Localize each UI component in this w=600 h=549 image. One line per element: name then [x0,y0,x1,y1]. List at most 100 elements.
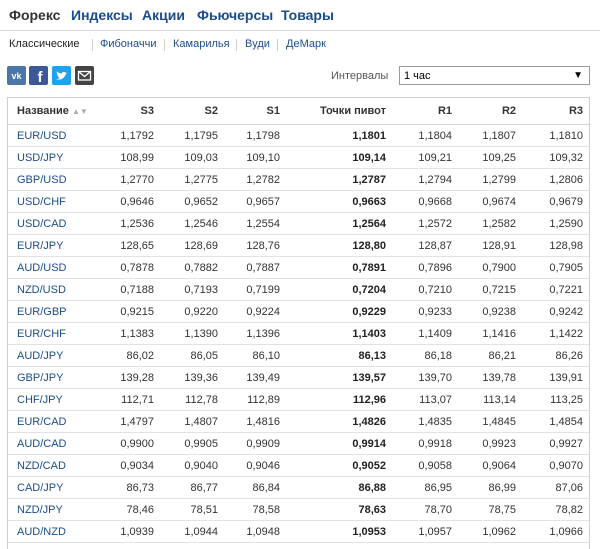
cell-s3: 128,65 [94,234,160,257]
currency-pair-link[interactable]: EUR/CHF [8,322,94,345]
cell-r3: 1,2806 [522,168,589,191]
sort-icon: ▲▼ [71,107,88,116]
cell-r3: 0,9927 [522,432,589,455]
svg-text:vk: vk [11,71,22,81]
subtab-demark[interactable]: ДеМарк [286,38,326,50]
currency-pair-link[interactable]: EUR/CAD [8,410,94,433]
cell-pivot: 0,9052 [286,454,392,477]
currency-pair-link[interactable]: NZD/CAD [8,454,94,477]
table-row[interactable]: GBP/JPY 139,28 139,36 139,49 139,57 139,70 139… [8,366,589,389]
tab-forex[interactable]: Форекс [9,7,60,23]
tab-stocks[interactable]: Акции [142,7,185,23]
column-header-pivot[interactable]: Точки пивот [286,98,392,125]
table-row[interactable]: NZD/CAD 0,9034 0,9040 0,9046 0,9052 0,9058 0,9… [8,454,589,477]
column-header-r2[interactable]: R2 [458,98,522,125]
column-header-name[interactable]: Название ▲▼ [8,98,94,125]
currency-pair-link[interactable]: AUD/NZD [8,520,94,543]
cell-pivot: 109,14 [286,146,392,169]
currency-pair-link[interactable]: GBP/AUD [8,542,94,549]
currency-pair-link[interactable]: USD/CAD [8,212,94,235]
cell-pivot: 1,1403 [286,322,392,345]
table-row[interactable]: AUD/USD 0,7878 0,7882 0,7887 0,7891 0,7896 0,7… [8,256,589,279]
currency-pair-link[interactable]: NZD/JPY [8,498,94,521]
twitter-icon[interactable] [52,66,71,85]
currency-pair-link[interactable]: AUD/JPY [8,344,94,367]
cell-s1: 0,7199 [224,278,286,301]
cell-r2: 0,9674 [458,190,522,213]
cell-r3: 113,25 [522,388,589,411]
table-row[interactable]: USD/JPY 108,99 109,03 109,10 109,14 109,21 109… [8,146,589,169]
currency-pair-link[interactable]: NZD/USD [8,278,94,301]
currency-pair-link[interactable]: GBP/JPY [8,366,94,389]
tab-futures[interactable]: Фьючерсы [197,7,273,23]
cell-s3: 0,9215 [94,300,160,323]
cell-s1: 78,58 [224,498,286,521]
column-header-s3[interactable]: S3 [94,98,160,125]
table-row[interactable]: EUR/GBP 0,9215 0,9220 0,9224 0,9229 0,9233 0,9… [8,300,589,323]
column-header-label: Название [17,105,69,117]
currency-pair-link[interactable]: GBP/USD [8,168,94,191]
cell-s1: 112,89 [224,388,286,411]
subtab-woodie[interactable]: Вуди [245,38,270,50]
subtab-camarilla[interactable]: Камарилья [173,38,230,50]
facebook-icon[interactable]: f [29,66,48,85]
table-row[interactable]: CAD/JPY 86,73 86,77 86,84 86,88 86,95 86,99 87,… [8,476,589,499]
column-header-s2[interactable]: S2 [160,98,224,125]
cell-r1: 1,1804 [392,124,458,147]
cell-r3: 87,06 [522,476,589,499]
cell-s2: 0,9040 [160,454,224,477]
table-row[interactable]: EUR/USD 1,1792 1,1795 1,1798 1,1801 1,1804 1,1… [8,124,589,147]
cell-r2: 1,2582 [458,212,522,235]
currency-pair-link[interactable]: AUD/USD [8,256,94,279]
table-row[interactable]: AUD/CAD 0,9900 0,9905 0,9909 0,9914 0,9918 0,9… [8,432,589,455]
currency-pair-link[interactable]: EUR/USD [8,124,94,147]
market-tabs: Форекс Индексы Акции Фьючерсы Товары [0,0,600,31]
table-row[interactable]: GBP/USD 1,2770 1,2775 1,2782 1,2787 1,2794 1,2… [8,168,589,191]
cell-s2: 1,1795 [160,124,224,147]
currency-pair-link[interactable]: AUD/CAD [8,432,94,455]
cell-r1: 0,9668 [392,190,458,213]
table-row[interactable]: AUD/NZD 1,0939 1,0944 1,0948 1,0953 1,0957 1,0… [8,520,589,543]
tab-indices[interactable]: Индексы [71,7,133,23]
cell-s3: 0,9034 [94,454,160,477]
cell-s2: 112,78 [160,388,224,411]
table-row[interactable]: CHF/JPY 112,71 112,78 112,89 112,96 113,07 113… [8,388,589,411]
tab-commodities[interactable]: Товары [281,7,334,23]
column-header-r1[interactable]: R1 [392,98,458,125]
table-row[interactable]: NZD/JPY 78,46 78,51 78,58 78,63 78,70 78,75 78,… [8,498,589,521]
cell-s3: 0,9900 [94,432,160,455]
table-row[interactable]: EUR/JPY 128,65 128,69 128,76 128,80 128,87 128… [8,234,589,257]
table-row[interactable]: GBP/AUD1,61751,61831,61961,62041,62171,6… [8,542,589,549]
cell-pivot: 1,1801 [286,124,392,147]
interval-selected-value: 1 час [404,70,431,82]
vk-icon[interactable]: vk [7,66,26,85]
envelope-icon[interactable] [75,66,94,85]
column-header-s1[interactable]: S1 [224,98,286,125]
cell-s2: 0,9652 [160,190,224,213]
currency-pair-link[interactable]: USD/CHF [8,190,94,213]
currency-pair-link[interactable]: CHF/JPY [8,388,94,411]
interval-select[interactable]: 1 час ▼ [399,66,590,85]
subtab-classic[interactable]: Классические [9,38,80,50]
currency-pair-link[interactable]: CAD/JPY [8,476,94,499]
table-row[interactable]: USD/CHF 0,9646 0,9652 0,9657 0,9663 0,9668 0,9… [8,190,589,213]
cell-s3: 1,1383 [94,322,160,345]
cell-r2: 0,7215 [458,278,522,301]
table-row[interactable]: NZD/USD 0,7188 0,7193 0,7199 0,7204 0,7210 0,7… [8,278,589,301]
table-row[interactable]: USD/CAD 1,2536 1,2546 1,2554 1,2564 1,2572 1,2… [8,212,589,235]
cell-s2: 86,05 [160,344,224,367]
table-header-row: Название ▲▼ S3 S2 S1 Точки пивот R1 R2 R3 [8,98,589,125]
cell-s2: 1,4807 [160,410,224,433]
currency-pair-link[interactable]: EUR/GBP [8,300,94,323]
column-header-r3[interactable]: R3 [522,98,589,125]
cell-s3: 1,6175 [94,542,160,549]
cell-r3: 0,9679 [522,190,589,213]
subtab-fibonacci[interactable]: Фибоначчи [100,38,156,50]
cell-s2: 0,7882 [160,256,224,279]
currency-pair-link[interactable]: EUR/JPY [8,234,94,257]
currency-pair-link[interactable]: USD/JPY [8,146,94,169]
cell-pivot: 128,80 [286,234,392,257]
table-row[interactable]: EUR/CHF 1,1383 1,1390 1,1396 1,1403 1,1409 1,1… [8,322,589,345]
table-row[interactable]: EUR/CAD 1,4797 1,4807 1,4816 1,4826 1,4835 1,4… [8,410,589,433]
table-row[interactable]: AUD/JPY 86,02 86,05 86,10 86,13 86,18 86,21 86,… [8,344,589,367]
